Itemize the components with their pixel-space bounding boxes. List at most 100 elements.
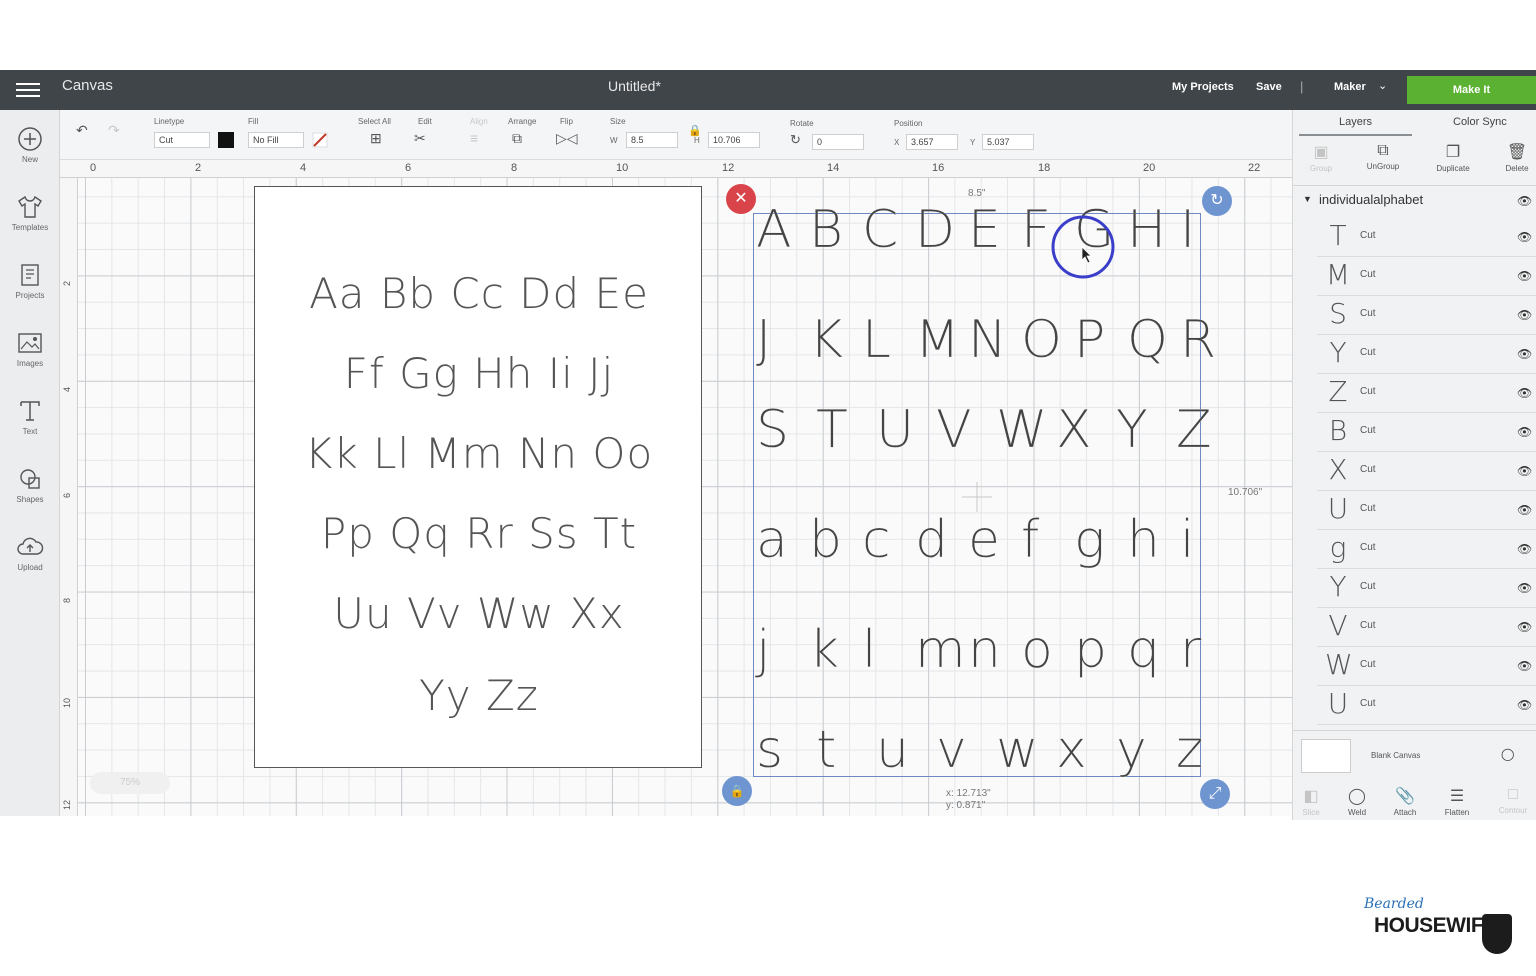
- flatten-button[interactable]: ☰ Flatten: [1429, 786, 1485, 817]
- layer-item[interactable]: T Cut 👁: [1317, 218, 1536, 257]
- layer-item[interactable]: Y Cut 👁: [1317, 569, 1536, 608]
- caret-down-icon[interactable]: ▼: [1303, 194, 1312, 204]
- layer-item[interactable]: Y Cut 👁: [1317, 335, 1536, 374]
- height-input[interactable]: 10.706: [708, 132, 760, 148]
- fill-none-icon[interactable]: [312, 132, 328, 148]
- cut-letter[interactable]: M: [915, 310, 960, 370]
- cut-letter[interactable]: h: [1127, 510, 1160, 570]
- arrange-icon[interactable]: ⧉: [512, 130, 522, 147]
- images-tool[interactable]: Images: [0, 328, 60, 368]
- blank-canvas-row[interactable]: Blank Canvas ◯: [1293, 730, 1536, 780]
- cut-letter[interactable]: K: [809, 310, 843, 370]
- chevron-down-icon[interactable]: ⌄: [1378, 79, 1387, 92]
- machine-select[interactable]: Maker: [1334, 81, 1366, 93]
- save-button[interactable]: Save: [1256, 81, 1282, 93]
- cut-letter[interactable]: B: [809, 200, 843, 260]
- cut-letter[interactable]: O: [1021, 310, 1062, 370]
- contour-button[interactable]: □ Contour: [1485, 786, 1536, 815]
- eye-icon[interactable]: 👁: [1517, 308, 1532, 322]
- linetype-color-swatch[interactable]: [218, 132, 234, 148]
- cut-letter[interactable]: j: [756, 620, 771, 680]
- eye-icon[interactable]: 👁: [1517, 347, 1532, 361]
- cut-letter[interactable]: d: [915, 510, 948, 570]
- cut-letter[interactable]: T: [816, 400, 848, 460]
- eye-icon[interactable]: 👁: [1517, 230, 1532, 244]
- eye-icon[interactable]: 👁: [1517, 659, 1532, 673]
- zoom-control[interactable]: 75%: [90, 772, 170, 794]
- eye-icon[interactable]: 👁: [1517, 386, 1532, 400]
- undo-icon[interactable]: ↶: [76, 122, 88, 139]
- cut-letter[interactable]: u: [876, 720, 909, 780]
- layer-item[interactable]: U Cut 👁: [1317, 491, 1536, 530]
- shapes-tool[interactable]: Shapes: [0, 464, 60, 504]
- hamburger-menu-icon[interactable]: [16, 79, 40, 99]
- cut-letter[interactable]: I: [1180, 200, 1196, 260]
- delete-button[interactable]: 🗑 Delete: [1489, 142, 1536, 173]
- cut-letter[interactable]: z: [1176, 720, 1203, 780]
- text-tool[interactable]: Text: [0, 396, 60, 436]
- cut-letter[interactable]: y: [1116, 720, 1147, 780]
- hidden-eye-icon[interactable]: ◯: [1501, 747, 1514, 761]
- cut-letter[interactable]: f: [1021, 510, 1040, 570]
- delete-handle-icon[interactable]: ✕: [726, 184, 756, 214]
- upload-tool[interactable]: Upload: [0, 532, 60, 572]
- y-position-input[interactable]: 5.037: [982, 134, 1034, 150]
- cut-letter[interactable]: k: [809, 620, 839, 680]
- blank-canvas-swatch[interactable]: [1301, 739, 1351, 773]
- layer-item[interactable]: V Cut 👁: [1317, 608, 1536, 647]
- eye-icon[interactable]: 👁: [1517, 620, 1532, 634]
- eye-icon[interactable]: 👁: [1517, 425, 1532, 439]
- layer-item[interactable]: X Cut 👁: [1317, 452, 1536, 491]
- ungroup-button[interactable]: ⧉ UnGroup: [1355, 142, 1411, 171]
- redo-icon[interactable]: ↷: [108, 122, 120, 139]
- select-all-icon[interactable]: ⊞: [370, 130, 382, 147]
- resize-handle-icon[interactable]: ⤢: [1200, 779, 1230, 809]
- fill-select[interactable]: No Fill: [248, 132, 304, 148]
- cut-letter[interactable]: w: [996, 720, 1039, 780]
- cut-letter[interactable]: L: [862, 310, 891, 370]
- attach-button[interactable]: 📎 Attach: [1377, 786, 1433, 817]
- flip-icon[interactable]: ▷◁: [556, 130, 578, 147]
- layer-item[interactable]: W Cut 👁: [1317, 647, 1536, 686]
- cut-letter[interactable]: J: [756, 310, 772, 370]
- cut-letter[interactable]: e: [968, 510, 1000, 570]
- layer-item[interactable]: M Cut 👁: [1317, 257, 1536, 296]
- scissors-icon[interactable]: ✂: [414, 130, 426, 147]
- eye-icon[interactable]: 👁: [1517, 542, 1532, 556]
- rotate-handle-icon[interactable]: ↻: [1202, 186, 1232, 216]
- layer-item[interactable]: Z Cut 👁: [1317, 374, 1536, 413]
- width-input[interactable]: 8.5: [626, 132, 678, 148]
- cut-letter[interactable]: E: [968, 200, 1001, 260]
- cut-letter[interactable]: A: [756, 200, 792, 260]
- layer-item[interactable]: U Cut 👁: [1317, 686, 1536, 725]
- cut-letter[interactable]: U: [876, 400, 914, 460]
- make-it-button[interactable]: Make It: [1407, 76, 1536, 104]
- cut-letter[interactable]: W: [996, 400, 1048, 460]
- cut-letter[interactable]: q: [1127, 620, 1160, 680]
- cut-letter[interactable]: X: [1056, 400, 1092, 460]
- cut-letter[interactable]: s: [756, 720, 783, 780]
- align-icon[interactable]: ≡: [470, 130, 478, 146]
- cut-letter[interactable]: H: [1127, 200, 1166, 260]
- cut-letter[interactable]: v: [936, 720, 967, 780]
- projects-tool[interactable]: Projects: [0, 260, 60, 300]
- cut-letter[interactable]: V: [936, 400, 972, 460]
- lock-handle-icon[interactable]: 🔒: [722, 776, 752, 806]
- tab-layers[interactable]: Layers: [1298, 116, 1413, 136]
- cut-letter[interactable]: i: [1180, 510, 1195, 570]
- cut-letter[interactable]: l: [862, 620, 877, 680]
- cut-letter[interactable]: c: [862, 510, 891, 570]
- cut-letter[interactable]: b: [809, 510, 842, 570]
- rotate-input[interactable]: 0: [812, 134, 864, 150]
- duplicate-button[interactable]: ❐ Duplicate: [1425, 142, 1481, 173]
- eye-icon[interactable]: 👁: [1517, 581, 1532, 595]
- eye-icon[interactable]: 👁: [1517, 194, 1532, 208]
- cut-letter[interactable]: Z: [1176, 400, 1212, 460]
- cut-letter[interactable]: Q: [1127, 310, 1168, 370]
- cut-letter[interactable]: g: [1074, 510, 1105, 570]
- cut-letter[interactable]: n: [968, 620, 1001, 680]
- document-title[interactable]: Untitled*: [608, 78, 661, 94]
- cut-letter[interactable]: o: [1021, 620, 1053, 680]
- cut-letter[interactable]: S: [756, 400, 789, 460]
- my-projects-link[interactable]: My Projects: [1172, 81, 1234, 93]
